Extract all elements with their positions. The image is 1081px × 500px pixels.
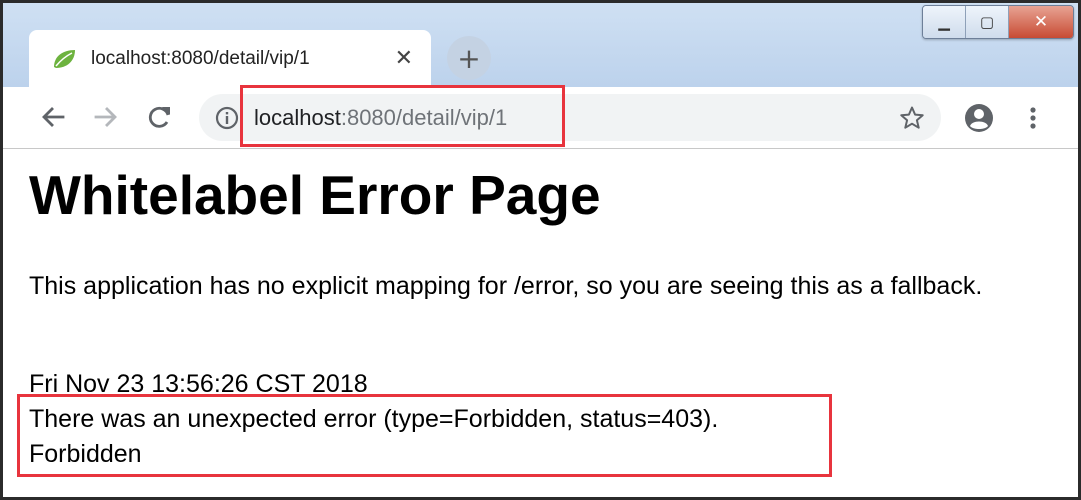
error-explanation: This application has no explicit mapping… (29, 272, 983, 300)
back-button[interactable] (37, 101, 69, 133)
error-highlight-box (17, 394, 832, 477)
new-tab-button[interactable]: + (447, 36, 491, 80)
tab-strip: ▁ ▢ ✕ localhost:8080/detail/vip/1 ✕ + (3, 3, 1078, 87)
reload-button[interactable] (144, 101, 176, 133)
url-highlight-box (240, 85, 565, 147)
tab-title: localhost:8080/detail/vip/1 (91, 47, 310, 69)
info-icon[interactable] (215, 106, 239, 130)
minimize-button[interactable]: ▁ (923, 6, 966, 38)
window-controls: ▁ ▢ ✕ (922, 5, 1074, 39)
forward-button[interactable] (90, 101, 122, 133)
reload-icon (148, 106, 170, 128)
forward-arrow-icon (94, 107, 117, 127)
account-icon[interactable] (963, 102, 995, 134)
close-window-button[interactable]: ✕ (1009, 6, 1073, 38)
browser-tab[interactable]: localhost:8080/detail/vip/1 ✕ (29, 30, 431, 87)
back-arrow-icon (42, 107, 65, 127)
page-title: Whitelabel Error Page (29, 164, 601, 226)
maximize-button[interactable]: ▢ (966, 6, 1009, 38)
tab-close-icon[interactable]: ✕ (395, 46, 413, 71)
spring-leaf-icon (54, 49, 75, 68)
bookmark-star-icon[interactable] (899, 105, 925, 131)
menu-dots-icon[interactable] (1025, 102, 1041, 134)
